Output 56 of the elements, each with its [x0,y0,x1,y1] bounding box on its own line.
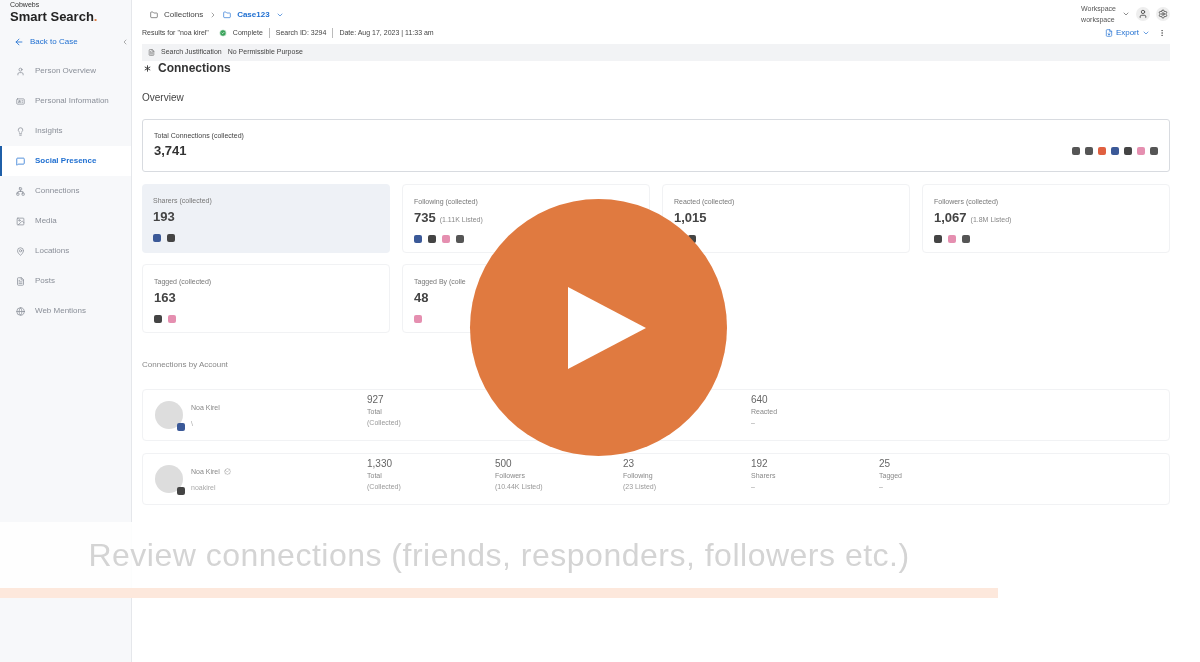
network-icon [16,186,25,196]
sidebar-item[interactable]: Personal Information [0,86,131,116]
card-value: 163 [154,288,176,307]
settings-icon[interactable] [1156,7,1170,21]
stat-value: 500 [495,457,513,471]
sidebar-item[interactable]: Web Mentions [0,296,131,326]
chat-icon [16,156,25,166]
person-icon [16,66,25,76]
brand-dot: . [93,9,98,24]
document-icon [1104,29,1113,37]
globe-icon [16,306,25,316]
sidebar-item[interactable]: Person Overview [0,56,131,86]
user-icon[interactable] [1136,7,1150,21]
sidebar-item[interactable]: Posts [0,266,131,296]
caret-icon[interactable] [275,11,284,19]
folder-icon [150,11,158,19]
stat-value: 192 [751,457,769,471]
sidebar-item[interactable]: Connections [0,176,131,206]
section-title: Connections by Account [142,359,229,371]
card-value: 1,015 [674,208,707,227]
brand-logo: Smart Search [10,9,94,24]
arrow-left-icon [14,37,24,47]
page-title: Connections [158,61,231,75]
sidebar-item[interactable]: Insights [0,116,131,146]
document-icon [16,276,25,286]
connections-icon [142,62,153,74]
play-icon [567,286,646,369]
stat-value: 25 [879,457,892,471]
map-pin-icon [16,246,25,256]
card-value: 193 [153,207,175,226]
breadcrumb-link[interactable]: Collections [164,9,204,21]
document-icon [148,49,155,56]
check-icon [218,29,227,37]
export-button[interactable]: Export [1104,27,1150,39]
stat-value: 640 [751,393,769,407]
sidebar-item[interactable]: Social Presence [0,146,131,176]
breadcrumb-link[interactable]: Case123 [237,9,270,21]
more-icon[interactable] [1158,29,1166,37]
stat-value: 23 [623,457,636,471]
caret-icon [1142,29,1150,37]
card-value: 735 [414,208,436,227]
card-value: 1,067 [934,208,967,227]
stat-value: 1,330 [367,457,394,471]
card-value: 3,741 [154,142,188,160]
folder-icon [223,11,232,19]
card-value: 48 [414,288,429,307]
section-title: Overview [142,91,185,105]
collapse-icon[interactable] [121,38,129,46]
sidebar-item[interactable]: Media [0,206,131,236]
lightbulb-icon [16,126,25,136]
caret-icon[interactable] [1122,10,1130,18]
id-card-icon [16,96,25,106]
image-icon [16,216,25,226]
back-link[interactable]: Back to Case [14,36,78,48]
sidebar-item[interactable]: Locations [0,236,131,266]
stat-value: 927 [367,393,385,407]
